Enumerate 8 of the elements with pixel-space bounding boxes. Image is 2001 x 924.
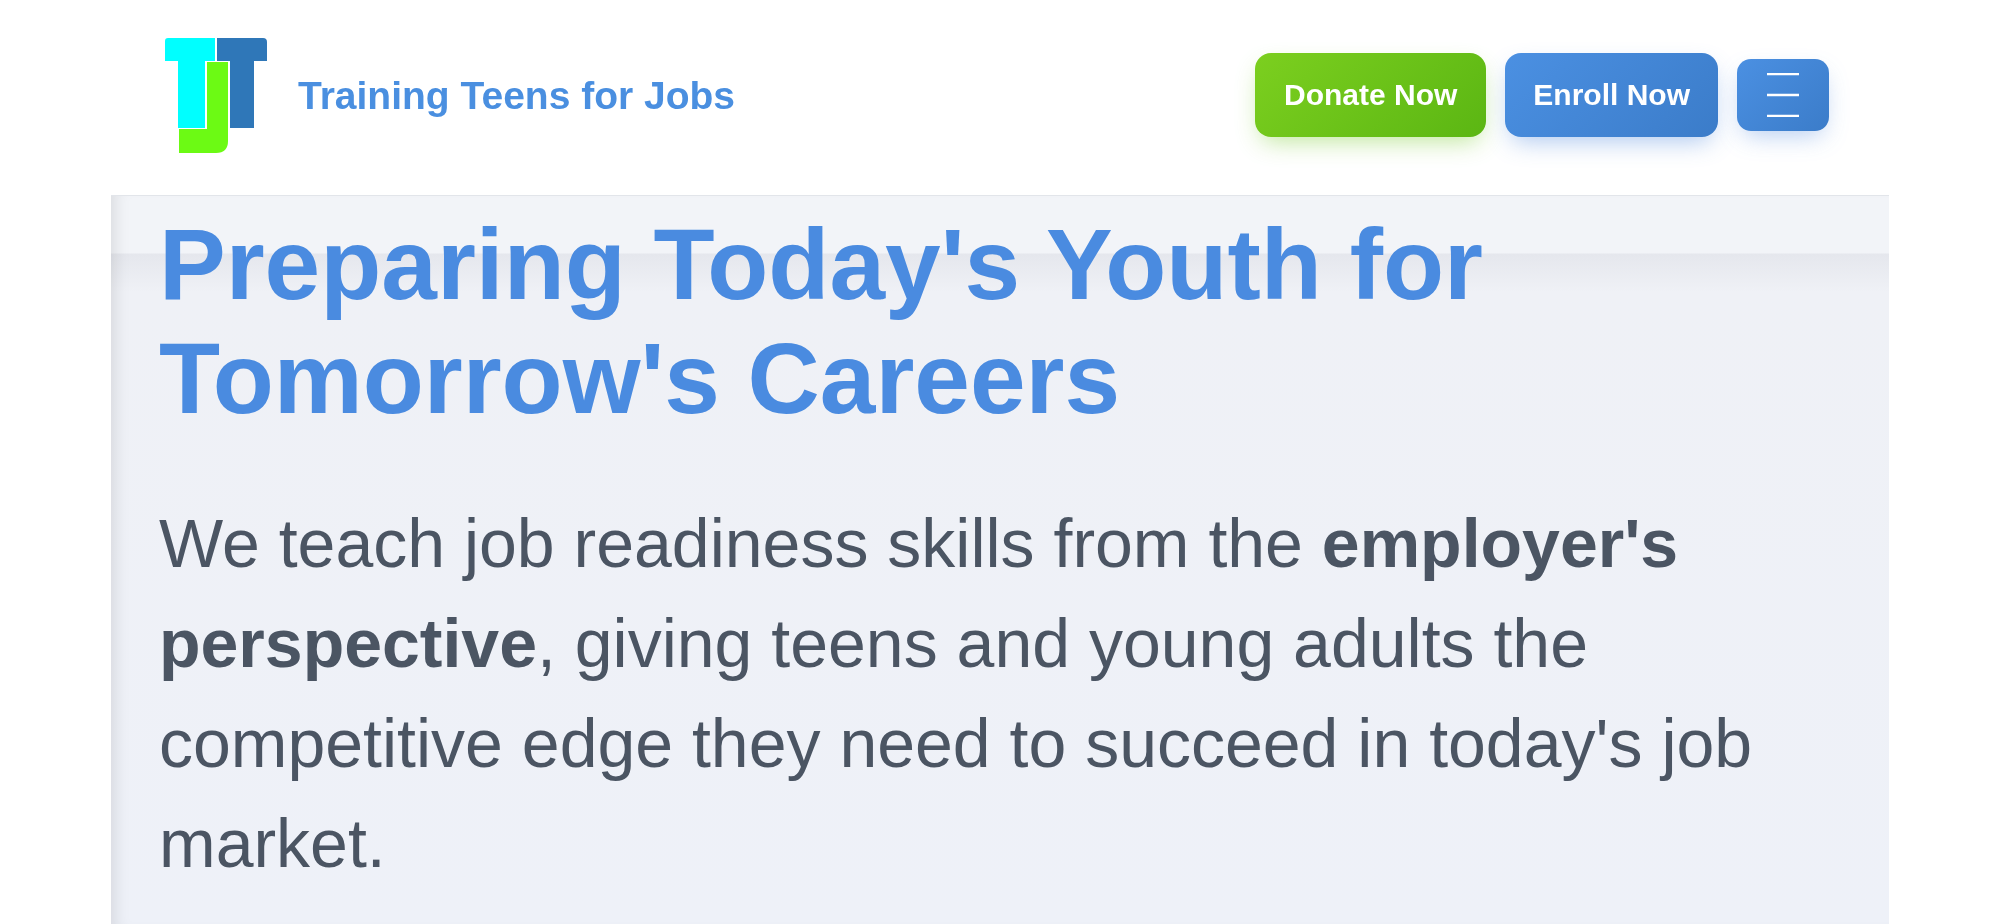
site-name[interactable]: Training Teens for Jobs	[298, 75, 736, 115]
hero-description: We teach job readiness skills from the employer's perspective, giving teens and young adults the competitive edge they need to succeed in today's job market.	[159, 504, 1754, 883]
logo-icon[interactable]	[165, 37, 267, 153]
donate-button[interactable]: Donate Now	[1255, 53, 1487, 137]
menu-button[interactable]	[1737, 59, 1829, 131]
enroll-button[interactable]: Enroll Now	[1505, 53, 1718, 137]
menu-icon	[1767, 73, 1799, 117]
hero-heading: Preparing Today's Youth for Tomorrow's Careers	[159, 207, 1484, 435]
